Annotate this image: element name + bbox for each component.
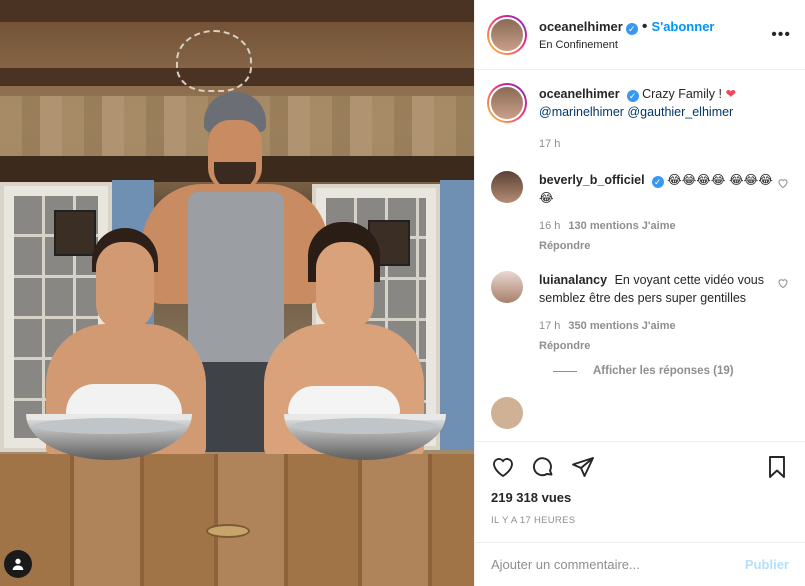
caption-text: Crazy Family ! (642, 87, 722, 101)
comment-composer: Publier (475, 542, 805, 586)
commenter-avatar[interactable] (491, 397, 523, 429)
commenter-avatar[interactable] (491, 271, 523, 303)
post-media-video[interactable] (0, 0, 474, 586)
caption: oceanelhimer ✓ Crazy Family ! ❤ @marinelh… (487, 83, 789, 153)
comment-input[interactable] (491, 557, 745, 572)
post-location[interactable]: En Confinement (539, 39, 714, 51)
comment-item: luianalancy En voyant cette vidéo vous s… (487, 271, 789, 355)
reply-button[interactable]: Répondre (539, 337, 775, 355)
comment-item-partial (487, 397, 789, 429)
like-heart-icon[interactable] (491, 455, 515, 479)
like-comment-heart-icon[interactable] (777, 177, 789, 189)
comment-likes[interactable]: 350 mentions J'aime (568, 320, 675, 332)
view-count[interactable]: 219 318 vues (491, 490, 789, 505)
author-username[interactable]: oceanelhimer (539, 19, 623, 34)
comment-item: beverly_b_officiel ✓ 😂😂😂😂 😂😂😂😂 16 h 130 me… (487, 171, 789, 255)
comments-list[interactable]: oceanelhimer ✓ Crazy Family ! ❤ @marinelh… (475, 71, 805, 441)
reply-button[interactable]: Répondre (539, 237, 775, 255)
tagged-user-icon[interactable] (4, 550, 32, 578)
wooden-table (0, 454, 474, 586)
verified-badge-icon: ✓ (626, 90, 639, 102)
commenter-avatar[interactable] (491, 171, 523, 203)
caption-username[interactable]: oceanelhimer (539, 87, 620, 101)
caption-mention[interactable]: @marinelhimer (539, 105, 624, 119)
post-details-panel: oceanelhimer ✓ • S'abonner En Confinement •… (474, 0, 805, 586)
post-actions: 219 318 vues IL Y A 17 HEURES (475, 441, 805, 526)
caption-time[interactable]: 17 h (539, 135, 775, 153)
verified-badge-icon: ✓ (625, 23, 638, 35)
commenter-username[interactable]: beverly_b_officiel (539, 173, 645, 187)
blue-shutter-right (440, 180, 474, 450)
more-options-icon[interactable]: ••• (771, 26, 791, 44)
post-timestamp[interactable]: IL Y A 17 HEURES (491, 515, 789, 526)
share-paper-plane-icon[interactable] (571, 455, 595, 479)
comment-likes[interactable]: 130 mentions J'aime (568, 220, 675, 232)
show-replies-label: Afficher les réponses (19) (593, 365, 734, 377)
follow-button[interactable]: S'abonner (651, 19, 714, 34)
like-comment-heart-icon[interactable] (777, 277, 789, 289)
red-heart-emoji: ❤ (725, 87, 736, 101)
comment-time[interactable]: 17 h (539, 320, 560, 332)
commenter-username[interactable]: luianalancy (539, 273, 607, 287)
show-replies-button[interactable]: Afficher les réponses (19) (553, 365, 789, 377)
replies-divider-line (553, 370, 577, 372)
comment-time[interactable]: 16 h (539, 220, 560, 232)
author-avatar[interactable] (487, 83, 527, 123)
save-bookmark-icon[interactable] (765, 455, 789, 479)
separator-dot: • (641, 18, 648, 35)
table-coaster (206, 524, 250, 538)
author-avatar[interactable] (487, 14, 527, 55)
publish-comment-button[interactable]: Publier (745, 557, 789, 572)
post-header: oceanelhimer ✓ • S'abonner En Confinement •… (475, 0, 805, 70)
verified-badge-icon: ✓ (651, 176, 664, 188)
comment-bubble-icon[interactable] (531, 455, 555, 479)
wicker-heart-decoration (176, 30, 252, 92)
caption-mention[interactable]: @gauthier_elhimer (627, 105, 733, 119)
wood-beam (0, 0, 474, 22)
